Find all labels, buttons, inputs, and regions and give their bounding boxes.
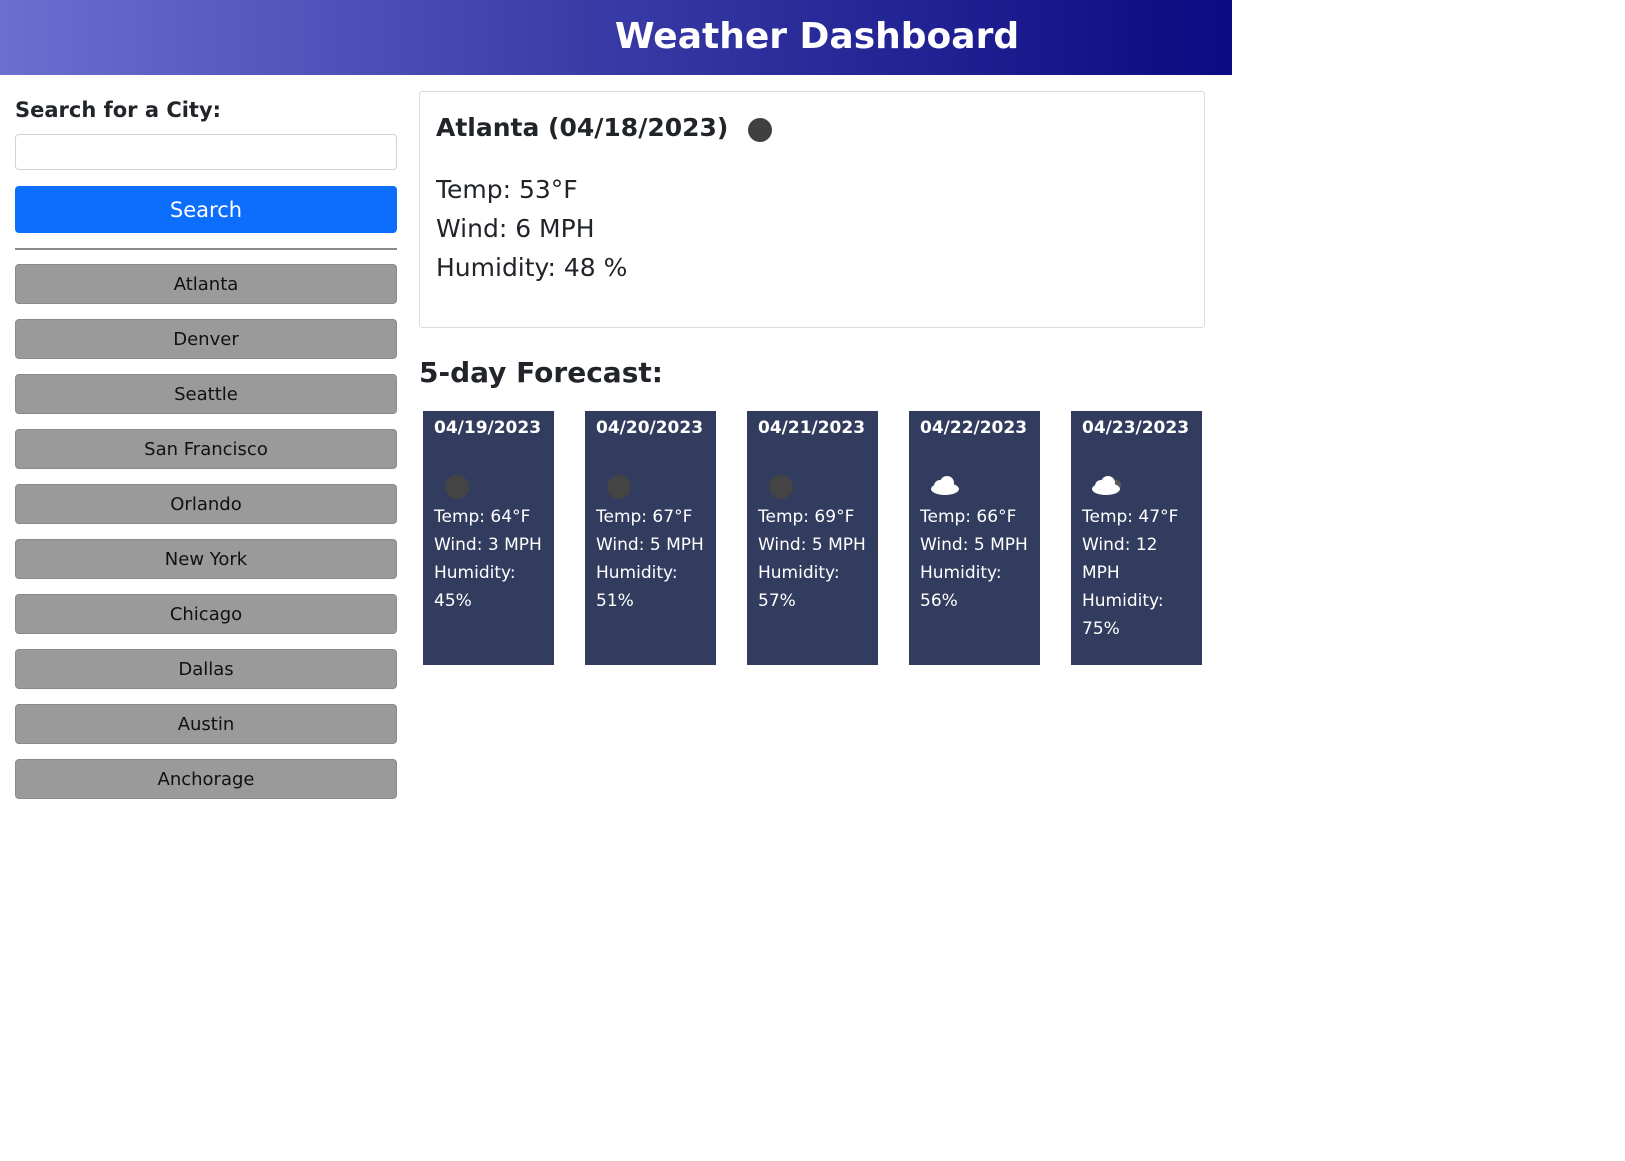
forecast-wind: Wind: 3 MPH [434, 535, 542, 555]
weather-icon [748, 118, 773, 142]
history-button-seattle[interactable]: Seattle [15, 374, 397, 414]
forecast-card: 04/23/2023 Temp: 47°F Wind: 12 MPH Humid… [1071, 411, 1202, 665]
weather-icon [769, 475, 793, 499]
forecast-date: 04/19/2023 [434, 418, 542, 438]
forecast-card: 04/22/2023 Temp: 66°F Wind: 5 MPH Humidi… [909, 411, 1040, 665]
forecast-date: 04/21/2023 [758, 418, 866, 438]
current-humidity: Humidity: 48 % [436, 253, 628, 282]
forecast-date: 04/23/2023 [1082, 418, 1190, 438]
forecast-card: 04/21/2023 Temp: 69°F Wind: 5 MPH Humidi… [747, 411, 878, 665]
current-temp: Temp: 53°F [436, 175, 578, 204]
search-input[interactable] [15, 134, 397, 170]
history-button-denver[interactable]: Denver [15, 319, 397, 359]
forecast-temp: Temp: 47°F [1082, 507, 1179, 527]
current-weather-card: Atlanta (04/18/2023) Temp: 53°F Wind: 6 … [419, 91, 1205, 328]
cloud-icon [1092, 476, 1121, 495]
forecast-temp: Temp: 66°F [920, 507, 1017, 527]
forecast-wind: Wind: 5 MPH [920, 535, 1028, 555]
search-history-list: Atlanta Denver Seattle San Francisco Orl… [15, 264, 397, 799]
forecast-humidity: Humidity: 45% [434, 563, 516, 611]
search-button[interactable]: Search [15, 186, 397, 233]
weather-icon [445, 475, 469, 499]
search-label: Search for a City: [15, 98, 222, 122]
history-button-atlanta[interactable]: Atlanta [15, 264, 397, 304]
divider [15, 248, 397, 250]
forecast-row: 04/19/2023 Temp: 64°F Wind: 3 MPH Humidi… [423, 411, 1202, 665]
history-button-dallas[interactable]: Dallas [15, 649, 397, 689]
history-button-new-york[interactable]: New York [15, 539, 397, 579]
forecast-date: 04/22/2023 [920, 418, 1028, 438]
weather-icon [607, 475, 631, 499]
sidebar: Search for a City: Search Atlanta Denver… [15, 90, 397, 814]
cloud-icon [931, 476, 959, 495]
forecast-temp: Temp: 67°F [596, 507, 693, 527]
history-button-austin[interactable]: Austin [15, 704, 397, 744]
forecast-humidity: Humidity: 51% [596, 563, 678, 611]
forecast-temp: Temp: 69°F [758, 507, 855, 527]
forecast-wind: Wind: 5 MPH [758, 535, 866, 555]
history-button-anchorage[interactable]: Anchorage [15, 759, 397, 799]
forecast-heading: 5-day Forecast: [419, 356, 663, 389]
forecast-wind: Wind: 5 MPH [596, 535, 704, 555]
page-title: Weather Dashboard [614, 16, 1020, 57]
current-wind: Wind: 6 MPH [436, 214, 595, 243]
forecast-humidity: Humidity: 56% [920, 563, 1002, 611]
forecast-card: 04/20/2023 Temp: 67°F Wind: 5 MPH Humidi… [585, 411, 716, 665]
forecast-date: 04/20/2023 [596, 418, 704, 438]
forecast-humidity: Humidity: 75% [1082, 591, 1164, 639]
current-stats: Temp: 53°F Wind: 6 MPH Humidity: 48 % [436, 170, 1188, 287]
forecast-card: 04/19/2023 Temp: 64°F Wind: 3 MPH Humidi… [423, 411, 554, 665]
history-button-san-francisco[interactable]: San Francisco [15, 429, 397, 469]
forecast-humidity: Humidity: 57% [758, 563, 840, 611]
forecast-temp: Temp: 64°F [434, 507, 531, 527]
forecast-wind: Wind: 12 MPH [1082, 535, 1158, 583]
page-header: Weather Dashboard [0, 0, 1232, 75]
history-button-chicago[interactable]: Chicago [15, 594, 397, 634]
history-button-orlando[interactable]: Orlando [15, 484, 397, 524]
current-city-title: Atlanta (04/18/2023) [436, 113, 729, 142]
